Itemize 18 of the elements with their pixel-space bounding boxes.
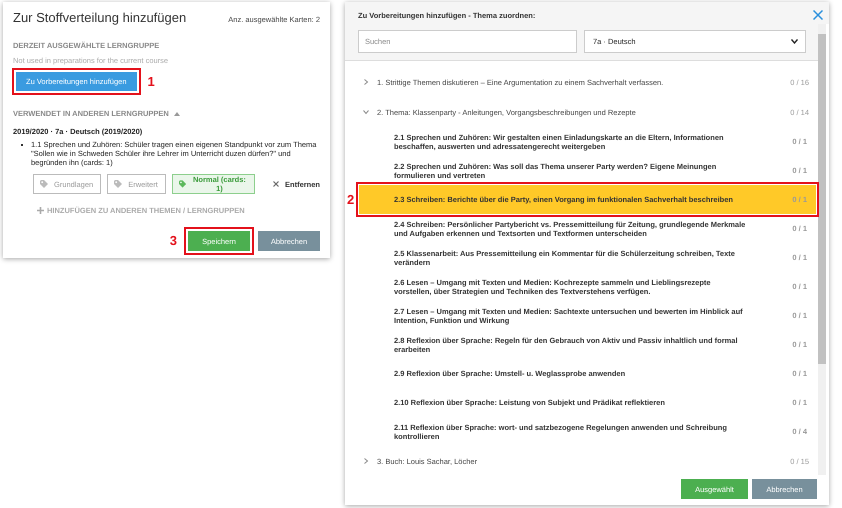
tag-icon bbox=[114, 180, 122, 188]
tag-icon bbox=[178, 180, 186, 188]
close-button[interactable] bbox=[813, 10, 823, 20]
scrollbar[interactable] bbox=[818, 24, 826, 475]
chevron-right-icon bbox=[363, 458, 369, 464]
caret-up-icon bbox=[174, 112, 180, 116]
annotation-number: 3 bbox=[170, 234, 177, 248]
chevron-right-icon bbox=[363, 79, 369, 85]
dialog-title: Zur Stoffverteilung hinzufügen bbox=[13, 10, 186, 25]
plus-icon bbox=[37, 207, 44, 214]
chevron-down-icon bbox=[363, 109, 369, 115]
scrollbar-thumb[interactable] bbox=[818, 34, 826, 364]
tag-icon bbox=[40, 180, 48, 188]
annotation-number: 2 bbox=[347, 192, 354, 206]
chevron-down-icon bbox=[791, 39, 798, 44]
annotation-number: 1 bbox=[148, 74, 155, 88]
close-icon bbox=[272, 181, 279, 187]
close-icon bbox=[813, 10, 823, 20]
